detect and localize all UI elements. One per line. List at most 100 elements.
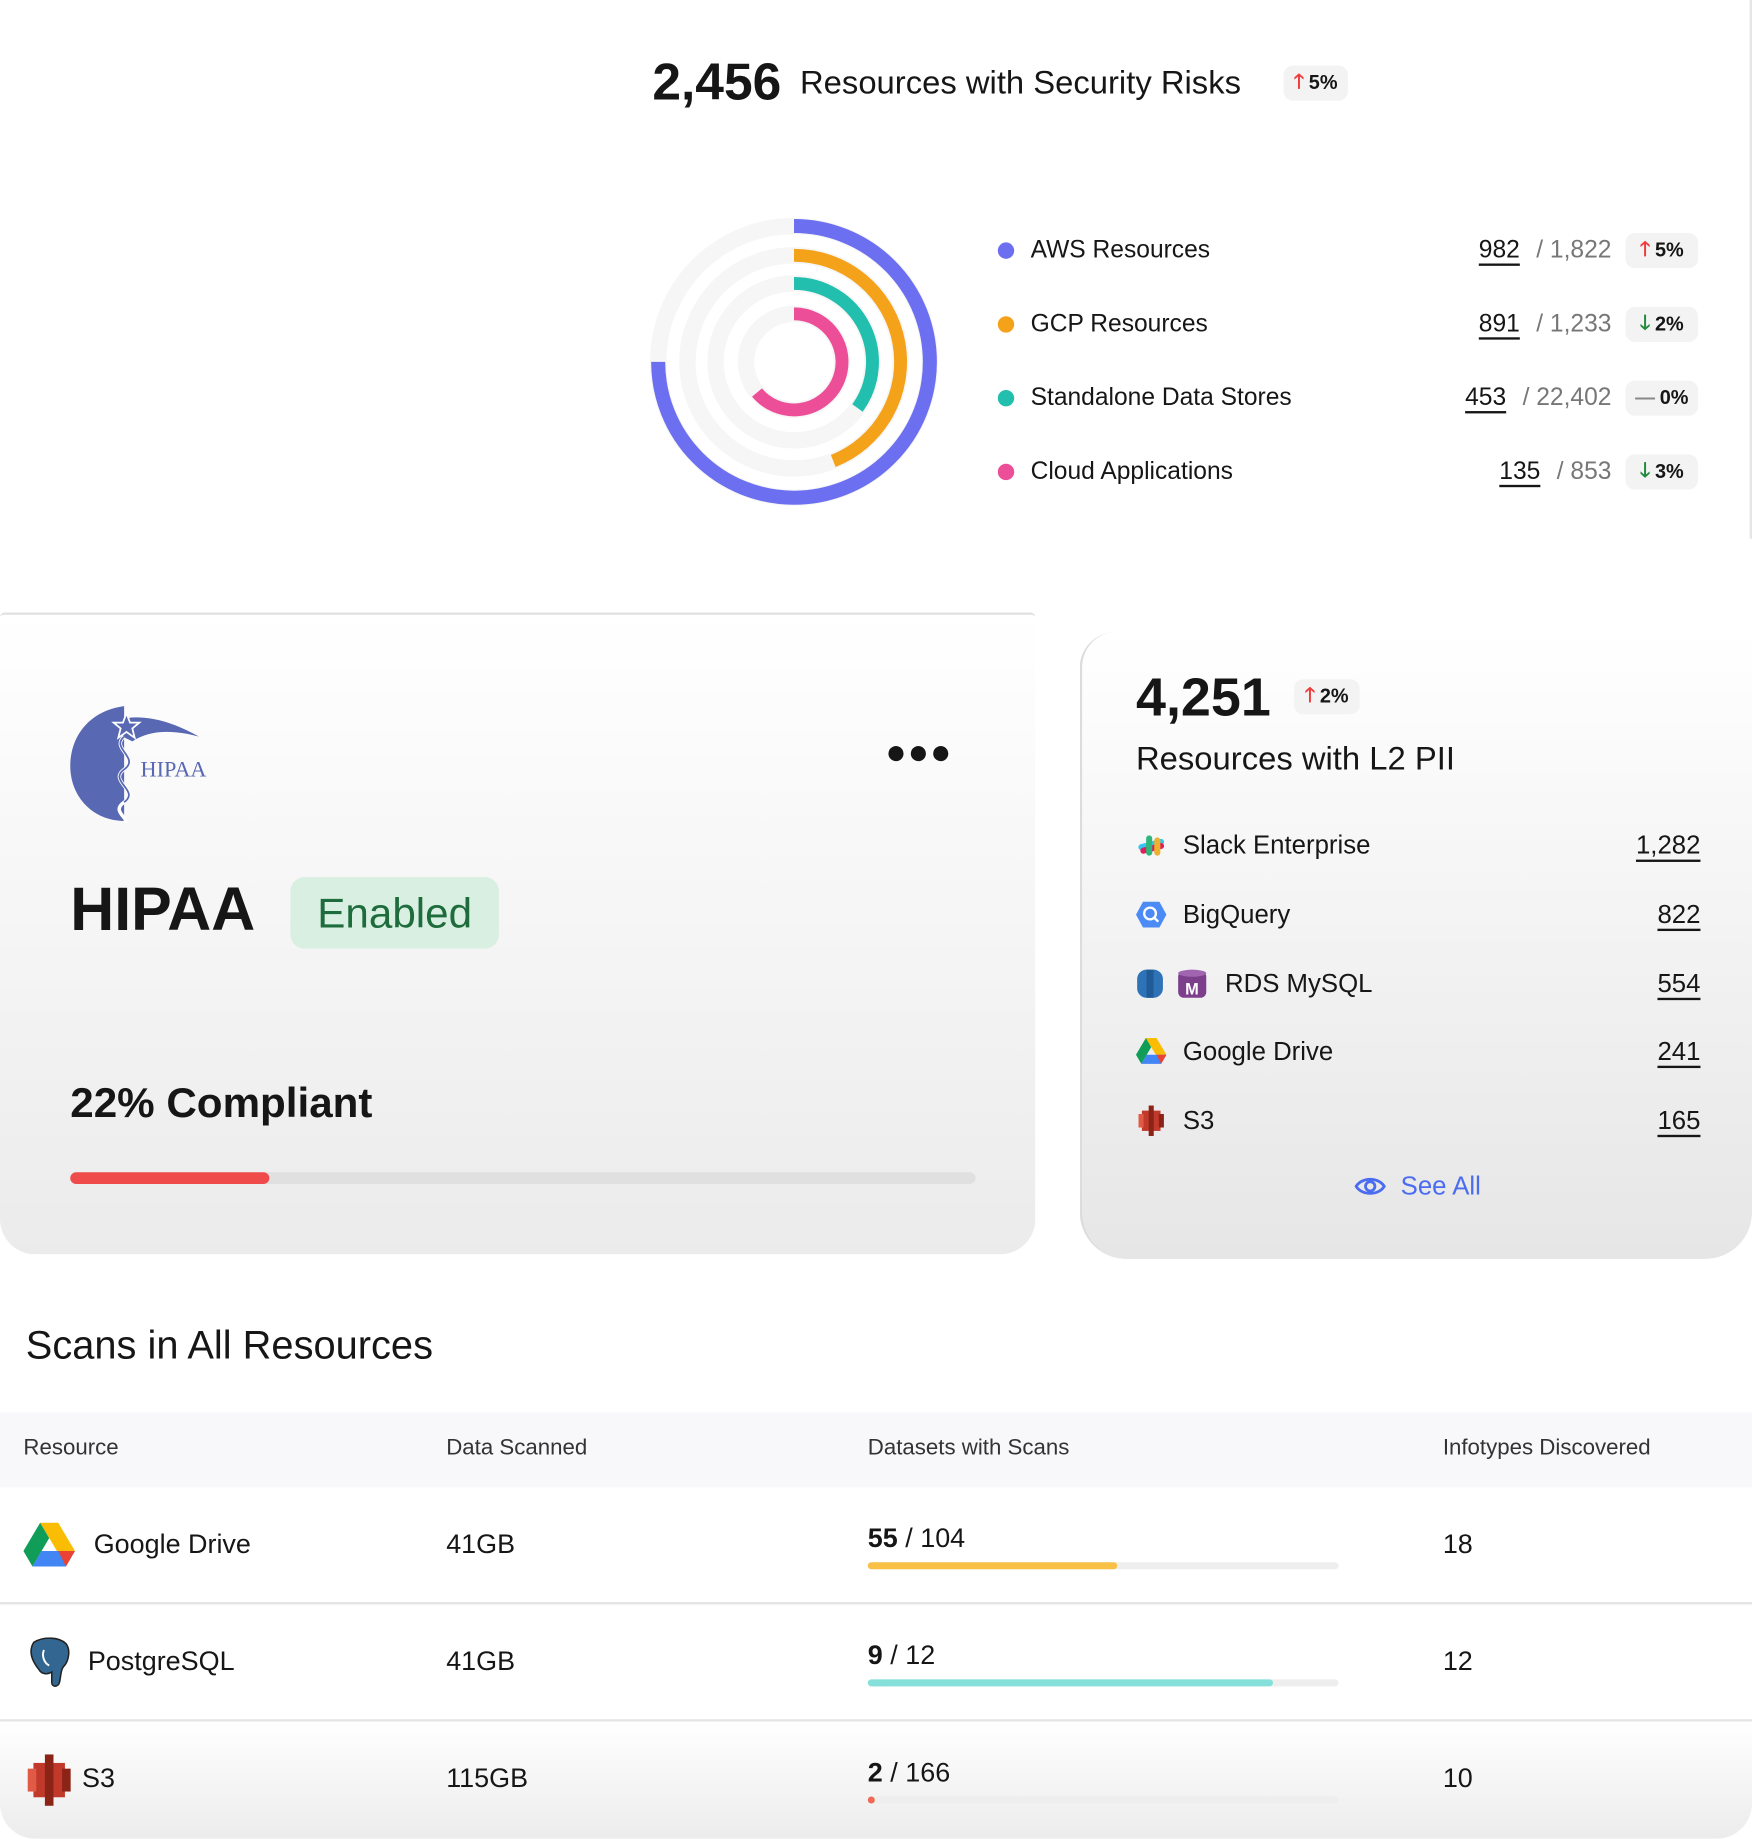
column-header-data-scanned[interactable]: Data Scanned <box>446 1436 587 1462</box>
legend-dot <box>997 463 1015 481</box>
postgresql-icon <box>23 1637 75 1689</box>
infotypes-count: 10 <box>1442 1762 1473 1793</box>
datasets-progress-fill <box>867 1562 1118 1570</box>
column-header-datasets[interactable]: Datasets with Scans <box>868 1436 1070 1462</box>
legend-label: Standalone Data Stores <box>1030 384 1292 412</box>
pii-item-value-link[interactable]: 822 <box>1657 899 1700 929</box>
see-all-link[interactable]: See All <box>1354 1171 1481 1201</box>
pii-item[interactable]: Slack Enterprise 1,282 <box>1136 826 1700 866</box>
trend-badge: 🡑 5% <box>1625 233 1699 269</box>
table-row[interactable]: PostgreSQL 41GB 9 / 12 12 <box>0 1604 1752 1722</box>
pii-item-label: Google Drive <box>1182 1036 1334 1066</box>
legend-label: Cloud Applications <box>1030 457 1233 485</box>
trend-badge: 🡑 2% <box>1294 679 1360 715</box>
rds-mysql-icon: M <box>1136 969 1209 999</box>
pii-item-label: RDS MySQL <box>1224 968 1373 998</box>
security-risks-title: Resources with Security Risks <box>800 64 1242 101</box>
pii-item[interactable]: M RDS MySQL 554 <box>1136 964 1700 1004</box>
hipaa-logo: HIPAA <box>70 706 207 824</box>
pii-item-label: S3 <box>1182 1105 1215 1135</box>
radial-chart <box>649 217 939 506</box>
more-options-button[interactable]: ●●● <box>885 735 952 770</box>
trend-badge: 🡓 2% <box>1625 306 1699 342</box>
trend-badge: —0% <box>1625 380 1699 416</box>
table-row[interactable]: S3 115GB 2 / 166 10 <box>0 1721 1752 1839</box>
legend-value-link[interactable]: 453 <box>1465 384 1506 412</box>
datasets-count: 55 / 104 <box>867 1522 966 1553</box>
resource-name: Google Drive <box>93 1528 251 1559</box>
pii-title: Resources with L2 PII <box>1135 740 1455 777</box>
resource-name: S3 <box>81 1762 115 1793</box>
pii-item-value-link[interactable]: 165 <box>1657 1106 1700 1136</box>
hipaa-title: HIPAA <box>70 875 256 944</box>
datasets-count: 9 / 12 <box>867 1639 936 1671</box>
datasets-count: 2 / 166 <box>867 1756 951 1788</box>
legend-total: / 1,822 <box>1536 236 1612 264</box>
s3-icon <box>1136 1105 1166 1136</box>
legend-value-link[interactable]: 891 <box>1479 310 1520 338</box>
legend-item[interactable]: Standalone Data Stores 453 / 22,402 —0% <box>997 379 1699 416</box>
arrow-up-icon: 🡑 <box>1639 237 1651 260</box>
table-row[interactable]: Google Drive 41GB 55 / 104 18 <box>0 1487 1752 1605</box>
legend-item[interactable]: Cloud Applications 135 / 853 🡓 3% <box>997 453 1699 490</box>
pii-item-value-link[interactable]: 241 <box>1657 1036 1700 1066</box>
google-drive-icon <box>1135 1036 1167 1066</box>
compliance-progress-bar <box>70 1172 976 1185</box>
legend-dot <box>997 389 1015 407</box>
legend-label: GCP Resources <box>1030 310 1208 338</box>
arrow-down-icon: 🡓 <box>1639 458 1651 481</box>
trend-badge: 🡑 5% <box>1283 65 1349 101</box>
arrow-up-icon: 🡑 <box>1304 683 1316 706</box>
s3-icon <box>23 1754 75 1806</box>
security-risks-header: 2,456 Resources with Security Risks 🡑 5% <box>652 53 1349 113</box>
column-header-resource[interactable]: Resource <box>23 1436 118 1462</box>
trend-badge: 🡓 3% <box>1625 454 1699 490</box>
datasets-progress-bar <box>867 1796 1339 1804</box>
pii-item[interactable]: BigQuery 822 <box>1135 895 1700 935</box>
google-drive-icon <box>23 1520 75 1572</box>
eye-icon <box>1354 1177 1386 1195</box>
legend-dot <box>997 242 1015 259</box>
scans-title: Scans in All Resources <box>25 1323 434 1368</box>
legend-total: / 1,233 <box>1536 310 1612 338</box>
infotypes-count: 12 <box>1442 1645 1473 1676</box>
legend-item[interactable]: GCP Resources 891 / 1,233 🡓 2% <box>997 306 1699 343</box>
resource-name: PostgreSQL <box>87 1645 235 1676</box>
data-scanned: 41GB <box>446 1645 516 1676</box>
pii-item-value-link[interactable]: 554 <box>1657 969 1700 999</box>
legend-value-link[interactable]: 982 <box>1479 237 1520 265</box>
legend-item[interactable]: AWS Resources 982 / 1,822 🡑 5% <box>997 232 1699 269</box>
datasets-progress-fill <box>867 1679 1273 1687</box>
slack-icon <box>1136 830 1166 860</box>
pii-item-value-link[interactable]: 1,282 <box>1636 830 1700 860</box>
legend-label: AWS Resources <box>1030 236 1211 264</box>
pii-total: 4,251 <box>1135 666 1271 728</box>
legend-total: / 853 <box>1556 457 1612 485</box>
dashboard: 2,456 Resources with Security Risks 🡑 5% … <box>0 0 1752 1839</box>
data-scanned: 115GB <box>446 1762 529 1793</box>
datasets-progress-fill <box>867 1796 875 1804</box>
data-scanned: 41GB <box>446 1528 516 1559</box>
pii-item-label: BigQuery <box>1182 899 1291 929</box>
svg-text:HIPAA: HIPAA <box>141 756 207 781</box>
security-risks-total: 2,456 <box>652 53 782 112</box>
datasets-progress-bar <box>867 1679 1339 1687</box>
dash-icon: — <box>1635 386 1656 409</box>
hipaa-card[interactable]: HIPAA ●●● HIPAA Enabled 22% Compliant <box>0 612 1036 1255</box>
legend-value-link[interactable]: 135 <box>1499 458 1540 486</box>
l2-pii-card: 4,251 🡑 2% Resources with L2 PII Slack En… <box>1079 632 1752 1259</box>
datasets-progress-bar <box>867 1562 1339 1570</box>
status-badge: Enabled <box>290 877 499 949</box>
legend-dot <box>997 316 1015 333</box>
legend-total: / 22,402 <box>1522 384 1612 412</box>
infotypes-count: 18 <box>1442 1528 1473 1559</box>
pii-item[interactable]: S3 165 <box>1136 1101 1700 1141</box>
column-header-infotypes[interactable]: Infotypes Discovered <box>1443 1436 1651 1462</box>
bigquery-icon <box>1135 899 1167 929</box>
arrow-up-icon: 🡑 <box>1293 69 1305 92</box>
compliance-progress-fill <box>70 1172 270 1185</box>
svg-text:M: M <box>1185 980 1199 998</box>
pii-item[interactable]: Google Drive 241 <box>1135 1032 1700 1072</box>
arrow-down-icon: 🡓 <box>1639 310 1651 334</box>
pii-item-label: Slack Enterprise <box>1182 830 1371 860</box>
